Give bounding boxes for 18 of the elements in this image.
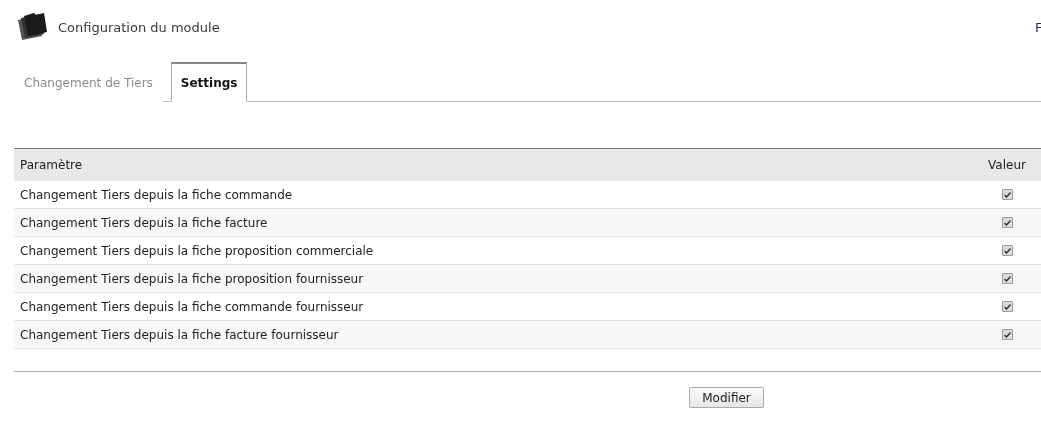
modify-button[interactable]: Modifier [689,387,764,408]
tab[interactable]: Settings [170,62,248,102]
checkbox[interactable] [1001,273,1013,284]
checkbox[interactable] [1001,217,1013,228]
column-header: Valeur [988,158,1026,172]
table-cell-text: Changement Tiers depuis la fiche proposition commerciale [19,243,375,258]
table-cell-text: Changement Tiers depuis la fiche facture fournisseur [19,327,340,342]
checkbox[interactable] [1001,301,1013,312]
table-cell-text: Changement Tiers depuis la fiche proposition fournisseur [19,271,365,286]
header-link[interactable]: F [1035,19,1041,35]
checkbox[interactable] [1001,189,1013,200]
column-header: Paramètre [19,158,84,172]
checkbox[interactable] [1001,245,1013,256]
table-cell-text: Changement Tiers depuis la fiche commande fournisseur [19,299,365,314]
table-cell-text: Changement Tiers depuis la fiche commande [19,187,294,202]
checkbox[interactable] [1001,329,1013,340]
table-cell-text: Changement Tiers depuis la fiche facture [19,215,269,230]
page-title: Configuration du module [58,19,221,35]
